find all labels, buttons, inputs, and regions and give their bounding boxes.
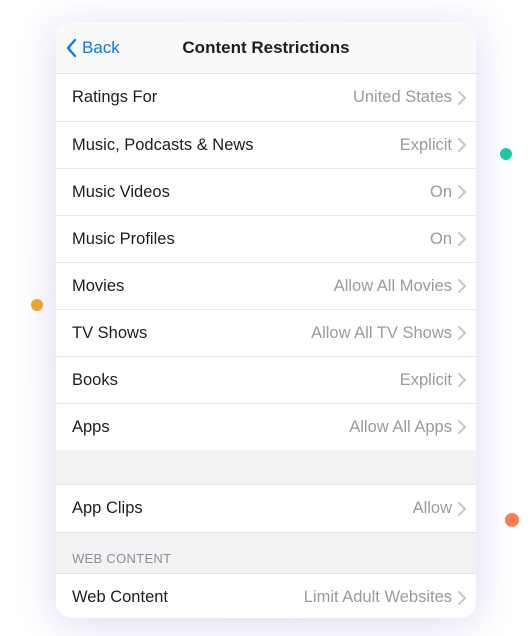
decorative-dot-coral xyxy=(505,513,519,527)
row-label: TV Shows xyxy=(72,324,147,343)
row-app-clips[interactable]: App Clips Allow xyxy=(56,485,476,532)
chevron-right-icon xyxy=(458,591,466,605)
chevron-right-icon xyxy=(458,420,466,434)
chevron-right-icon xyxy=(458,326,466,340)
row-label: Music Videos xyxy=(72,183,170,202)
back-label: Back xyxy=(82,38,120,58)
chevron-right-icon xyxy=(458,279,466,293)
row-movies[interactable]: Movies Allow All Movies xyxy=(56,262,476,309)
row-label: Books xyxy=(72,371,118,390)
chevron-right-icon xyxy=(458,185,466,199)
row-label: Apps xyxy=(72,418,110,437)
chevron-right-icon xyxy=(458,232,466,246)
row-music-podcasts-news[interactable]: Music, Podcasts & News Explicit xyxy=(56,121,476,168)
row-value: United States xyxy=(157,88,452,107)
row-label: App Clips xyxy=(72,499,143,518)
row-value: Allow All Apps xyxy=(110,418,452,437)
row-value: On xyxy=(170,183,452,202)
row-music-profiles[interactable]: Music Profiles On xyxy=(56,215,476,262)
settings-group-main: Ratings For United States Music, Podcast… xyxy=(56,74,476,450)
row-value: Allow All TV Shows xyxy=(147,324,452,343)
row-value: Limit Adult Websites xyxy=(168,588,452,607)
phone-frame: Back Content Restrictions Ratings For Un… xyxy=(56,22,476,618)
row-web-content[interactable]: Web Content Limit Adult Websites xyxy=(56,574,476,618)
row-label: Music Profiles xyxy=(72,230,175,249)
chevron-right-icon xyxy=(458,373,466,387)
row-ratings-for[interactable]: Ratings For United States xyxy=(56,74,476,121)
settings-group-web: Web Content Limit Adult Websites xyxy=(56,573,476,618)
back-button[interactable]: Back xyxy=(66,38,120,58)
row-apps[interactable]: Apps Allow All Apps xyxy=(56,403,476,450)
chevron-right-icon xyxy=(458,91,466,105)
row-label: Web Content xyxy=(72,588,168,607)
row-music-videos[interactable]: Music Videos On xyxy=(56,168,476,215)
row-tv-shows[interactable]: TV Shows Allow All TV Shows xyxy=(56,309,476,356)
row-value: Explicit xyxy=(254,136,452,155)
row-value: On xyxy=(175,230,452,249)
section-header-web: WEB CONTENT xyxy=(56,533,476,573)
row-value: Allow All Movies xyxy=(124,277,452,296)
row-value: Explicit xyxy=(118,371,452,390)
settings-group-appclips: App Clips Allow xyxy=(56,484,476,533)
chevron-left-icon xyxy=(66,38,78,58)
row-value: Allow xyxy=(143,499,452,518)
decorative-dot-orange xyxy=(31,299,43,311)
row-label: Movies xyxy=(72,277,124,296)
row-label: Ratings For xyxy=(72,88,157,107)
navigation-bar: Back Content Restrictions xyxy=(56,22,476,74)
chevron-right-icon xyxy=(458,138,466,152)
row-books[interactable]: Books Explicit xyxy=(56,356,476,403)
group-spacer xyxy=(56,450,476,484)
chevron-right-icon xyxy=(458,502,466,516)
row-label: Music, Podcasts & News xyxy=(72,136,254,155)
decorative-dot-teal xyxy=(500,148,512,160)
